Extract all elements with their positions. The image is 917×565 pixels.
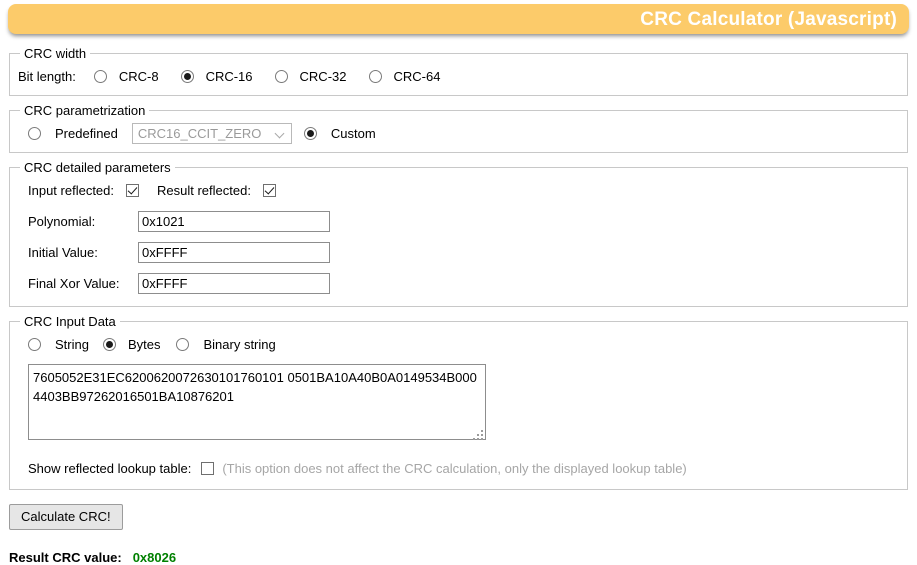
radio-crc-64-label[interactable]: CRC-64 [394,69,441,84]
chevron-down-icon [276,129,285,138]
radio-mode-binary-string[interactable] [176,337,190,351]
radio-predefined-label[interactable]: Predefined [55,126,118,141]
radio-mode-string[interactable] [28,337,41,351]
show-lookup-table-row: Show reflected lookup table: (This optio… [18,457,899,479]
show-lookup-table-label: Show reflected lookup table: [28,460,192,476]
radio-mode-string-label[interactable]: String [55,337,89,352]
parametrization-row: Predefined CRC16_CCIT_ZERO Custom [18,122,899,144]
input-data-textarea-row [18,364,899,443]
crc-input-data-legend: CRC Input Data [24,314,116,329]
polynomial-row: Polynomial: [18,210,899,232]
radio-mode-bytes-label[interactable]: Bytes [128,337,161,352]
final-xor-value-input[interactable] [138,272,330,294]
input-reflected-label: Input reflected: [28,182,114,198]
crc-parametrization-section: CRC parametrization Predefined CRC16_CCI… [9,103,908,153]
radio-mode-bytes[interactable] [102,337,116,351]
page-title: CRC Calculator (Javascript) [640,8,897,30]
actions-row: Calculate CRC! [9,504,917,530]
radio-custom[interactable] [303,126,317,140]
final-xor-value-label: Final Xor Value: [28,275,120,291]
radio-crc-8[interactable] [93,69,107,83]
result-crc-value: 0x8026 [132,550,177,565]
radio-predefined[interactable] [28,126,41,140]
input-mode-row: String Bytes Binary string [18,333,899,355]
crc-input-data-textarea[interactable] [28,364,486,440]
radio-crc-64[interactable] [368,69,382,83]
radio-crc-16-label[interactable]: CRC-16 [206,69,253,84]
final-xor-value-row: Final Xor Value: [18,272,899,294]
result-row: Result CRC value: 0x8026 [9,550,917,565]
radio-crc-32-label[interactable]: CRC-32 [300,69,347,84]
crc-parametrization-legend: CRC parametrization [24,103,146,118]
bit-length-label: Bit length: [18,68,76,84]
predefined-preset-select[interactable]: CRC16_CCIT_ZERO [131,122,292,144]
show-lookup-table-hint: (This option does not affect the CRC cal… [222,460,687,476]
result-reflected-checkbox[interactable] [262,183,276,197]
polynomial-label: Polynomial: [28,213,96,229]
initial-value-label: Initial Value: [28,244,98,260]
crc-width-section: CRC width Bit length: CRC-8 CRC-16 CRC-3… [9,46,908,96]
predefined-preset-value: CRC16_CCIT_ZERO [137,125,262,141]
result-label: Result CRC value: [9,550,122,565]
input-reflected-checkbox[interactable] [126,183,139,197]
crc-detailed-parameters-legend: CRC detailed parameters [24,160,171,175]
radio-mode-binary-string-label[interactable]: Binary string [203,337,275,352]
crc-width-legend: CRC width [24,46,87,61]
radio-crc-16[interactable] [180,69,194,83]
app-header-banner: CRC Calculator (Javascript) [8,4,909,34]
initial-value-input[interactable] [138,241,330,263]
show-lookup-table-checkbox[interactable] [201,461,215,475]
crc-detailed-parameters-section: CRC detailed parameters Input reflected:… [9,160,908,307]
radio-custom-label[interactable]: Custom [331,126,376,141]
reflected-options-row: Input reflected: Result reflected: [18,179,899,201]
polynomial-input[interactable] [138,210,330,232]
radio-crc-8-label[interactable]: CRC-8 [119,69,159,84]
initial-value-row: Initial Value: [18,241,899,263]
radio-crc-32[interactable] [274,69,288,83]
bit-length-row: Bit length: CRC-8 CRC-16 CRC-32 CRC-64 [18,65,899,87]
crc-input-data-section: CRC Input Data String Bytes Binary strin… [9,314,908,490]
calculate-crc-button[interactable]: Calculate CRC! [9,504,123,530]
result-reflected-label: Result reflected: [157,182,251,198]
